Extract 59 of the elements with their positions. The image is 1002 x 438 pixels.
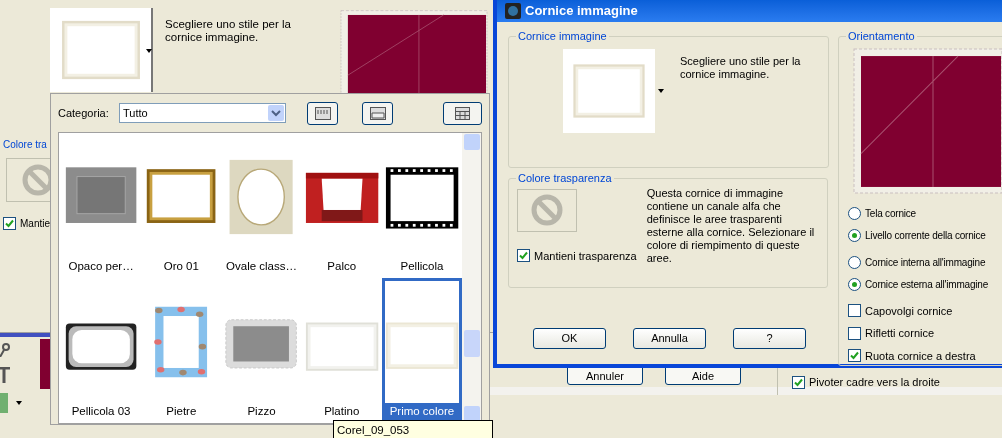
folder-icon	[369, 106, 386, 120]
frame-item[interactable]: Opaco per…	[61, 133, 142, 278]
category-dropdown[interactable]: Tutto	[119, 103, 286, 123]
folder-button[interactable]	[362, 101, 393, 125]
transparency-swatch[interactable]	[517, 188, 577, 232]
radio-button[interactable]	[848, 277, 861, 291]
dialog-button[interactable]: Annulla	[633, 328, 706, 349]
no-sign-icon	[530, 193, 564, 227]
frame-item[interactable]: Platino	[301, 278, 382, 423]
checkbox-label: Mantie	[20, 217, 50, 231]
checkbox-label: Capovolgi cornice	[865, 303, 953, 319]
window-title: Cornice immagine	[525, 2, 638, 21]
checkbox-label: Ruota cornice a destra	[865, 348, 976, 364]
frame-item[interactable]: Palco	[301, 133, 382, 278]
checkbox-label: Pivoter cadre vers la droite	[809, 375, 940, 390]
radio-label: Livello corrente della cornice	[865, 228, 986, 243]
checkbox[interactable]	[848, 326, 861, 340]
caret-icon[interactable]	[658, 88, 664, 93]
app-icon	[505, 3, 521, 19]
tooltip: Corel_09_053	[333, 420, 493, 438]
category-label: Categoria:	[58, 105, 110, 121]
radio-button[interactable]	[848, 206, 861, 220]
radio-label: Cornice interna all'immagine	[865, 255, 986, 270]
scrollbar[interactable]	[462, 133, 481, 423]
frame-item[interactable]: Pizzo	[221, 278, 302, 423]
caret-icon[interactable]	[16, 401, 22, 405]
frame-item[interactable]: Pellicola 03	[61, 278, 142, 423]
checkbox[interactable]	[3, 217, 16, 230]
window-icon	[314, 106, 331, 120]
checkbox-label: Rifletti cornice	[865, 326, 935, 341]
description-text: Scegliere uno stile per la cornice immagine.	[165, 18, 292, 44]
pin-icon[interactable]	[0, 343, 10, 357]
description-text: Questa cornice di immagine contiene un canale alfa che definisce le aree trasparenti esterne alla cornice. Selezionare il colore di riempimento di queste aree.	[646, 186, 815, 265]
checkbox-label: Mantieni trasparenza	[534, 248, 637, 264]
radio-button[interactable]	[848, 228, 861, 242]
radio-label: Tela cornice	[865, 206, 916, 221]
checkbox[interactable]	[792, 375, 805, 389]
color-swatch-icon[interactable]	[0, 393, 8, 413]
dialog-button[interactable]: ?	[733, 328, 806, 349]
caret-icon[interactable]	[146, 49, 152, 53]
radio-button[interactable]	[848, 255, 861, 269]
checkbox[interactable]	[848, 304, 861, 318]
frame-item[interactable]: Pietre	[141, 278, 222, 423]
text-tool-icon[interactable]	[0, 367, 10, 383]
group-title: Cornice immagine	[517, 29, 608, 44]
frame-item[interactable]: Ovale class…	[221, 133, 302, 278]
checkbox[interactable]	[848, 349, 861, 363]
grid-view-button[interactable]	[443, 101, 482, 125]
grid-icon	[455, 106, 470, 120]
group-title: Colore tra	[3, 138, 47, 152]
description-text: Scegliere uno stile per la cornice immagine.	[680, 54, 802, 81]
view-button[interactable]	[307, 101, 338, 125]
group-title: Orientamento	[847, 29, 916, 44]
dialog-button[interactable]: OK	[533, 328, 606, 349]
frame-item[interactable]: Pellicola	[381, 133, 463, 278]
checkbox[interactable]	[517, 249, 530, 263]
radio-label: Cornice esterna all'immagine	[865, 277, 989, 292]
frame-item[interactable]: Oro 01	[141, 133, 222, 278]
group-title: Colore trasparenza	[517, 171, 613, 186]
